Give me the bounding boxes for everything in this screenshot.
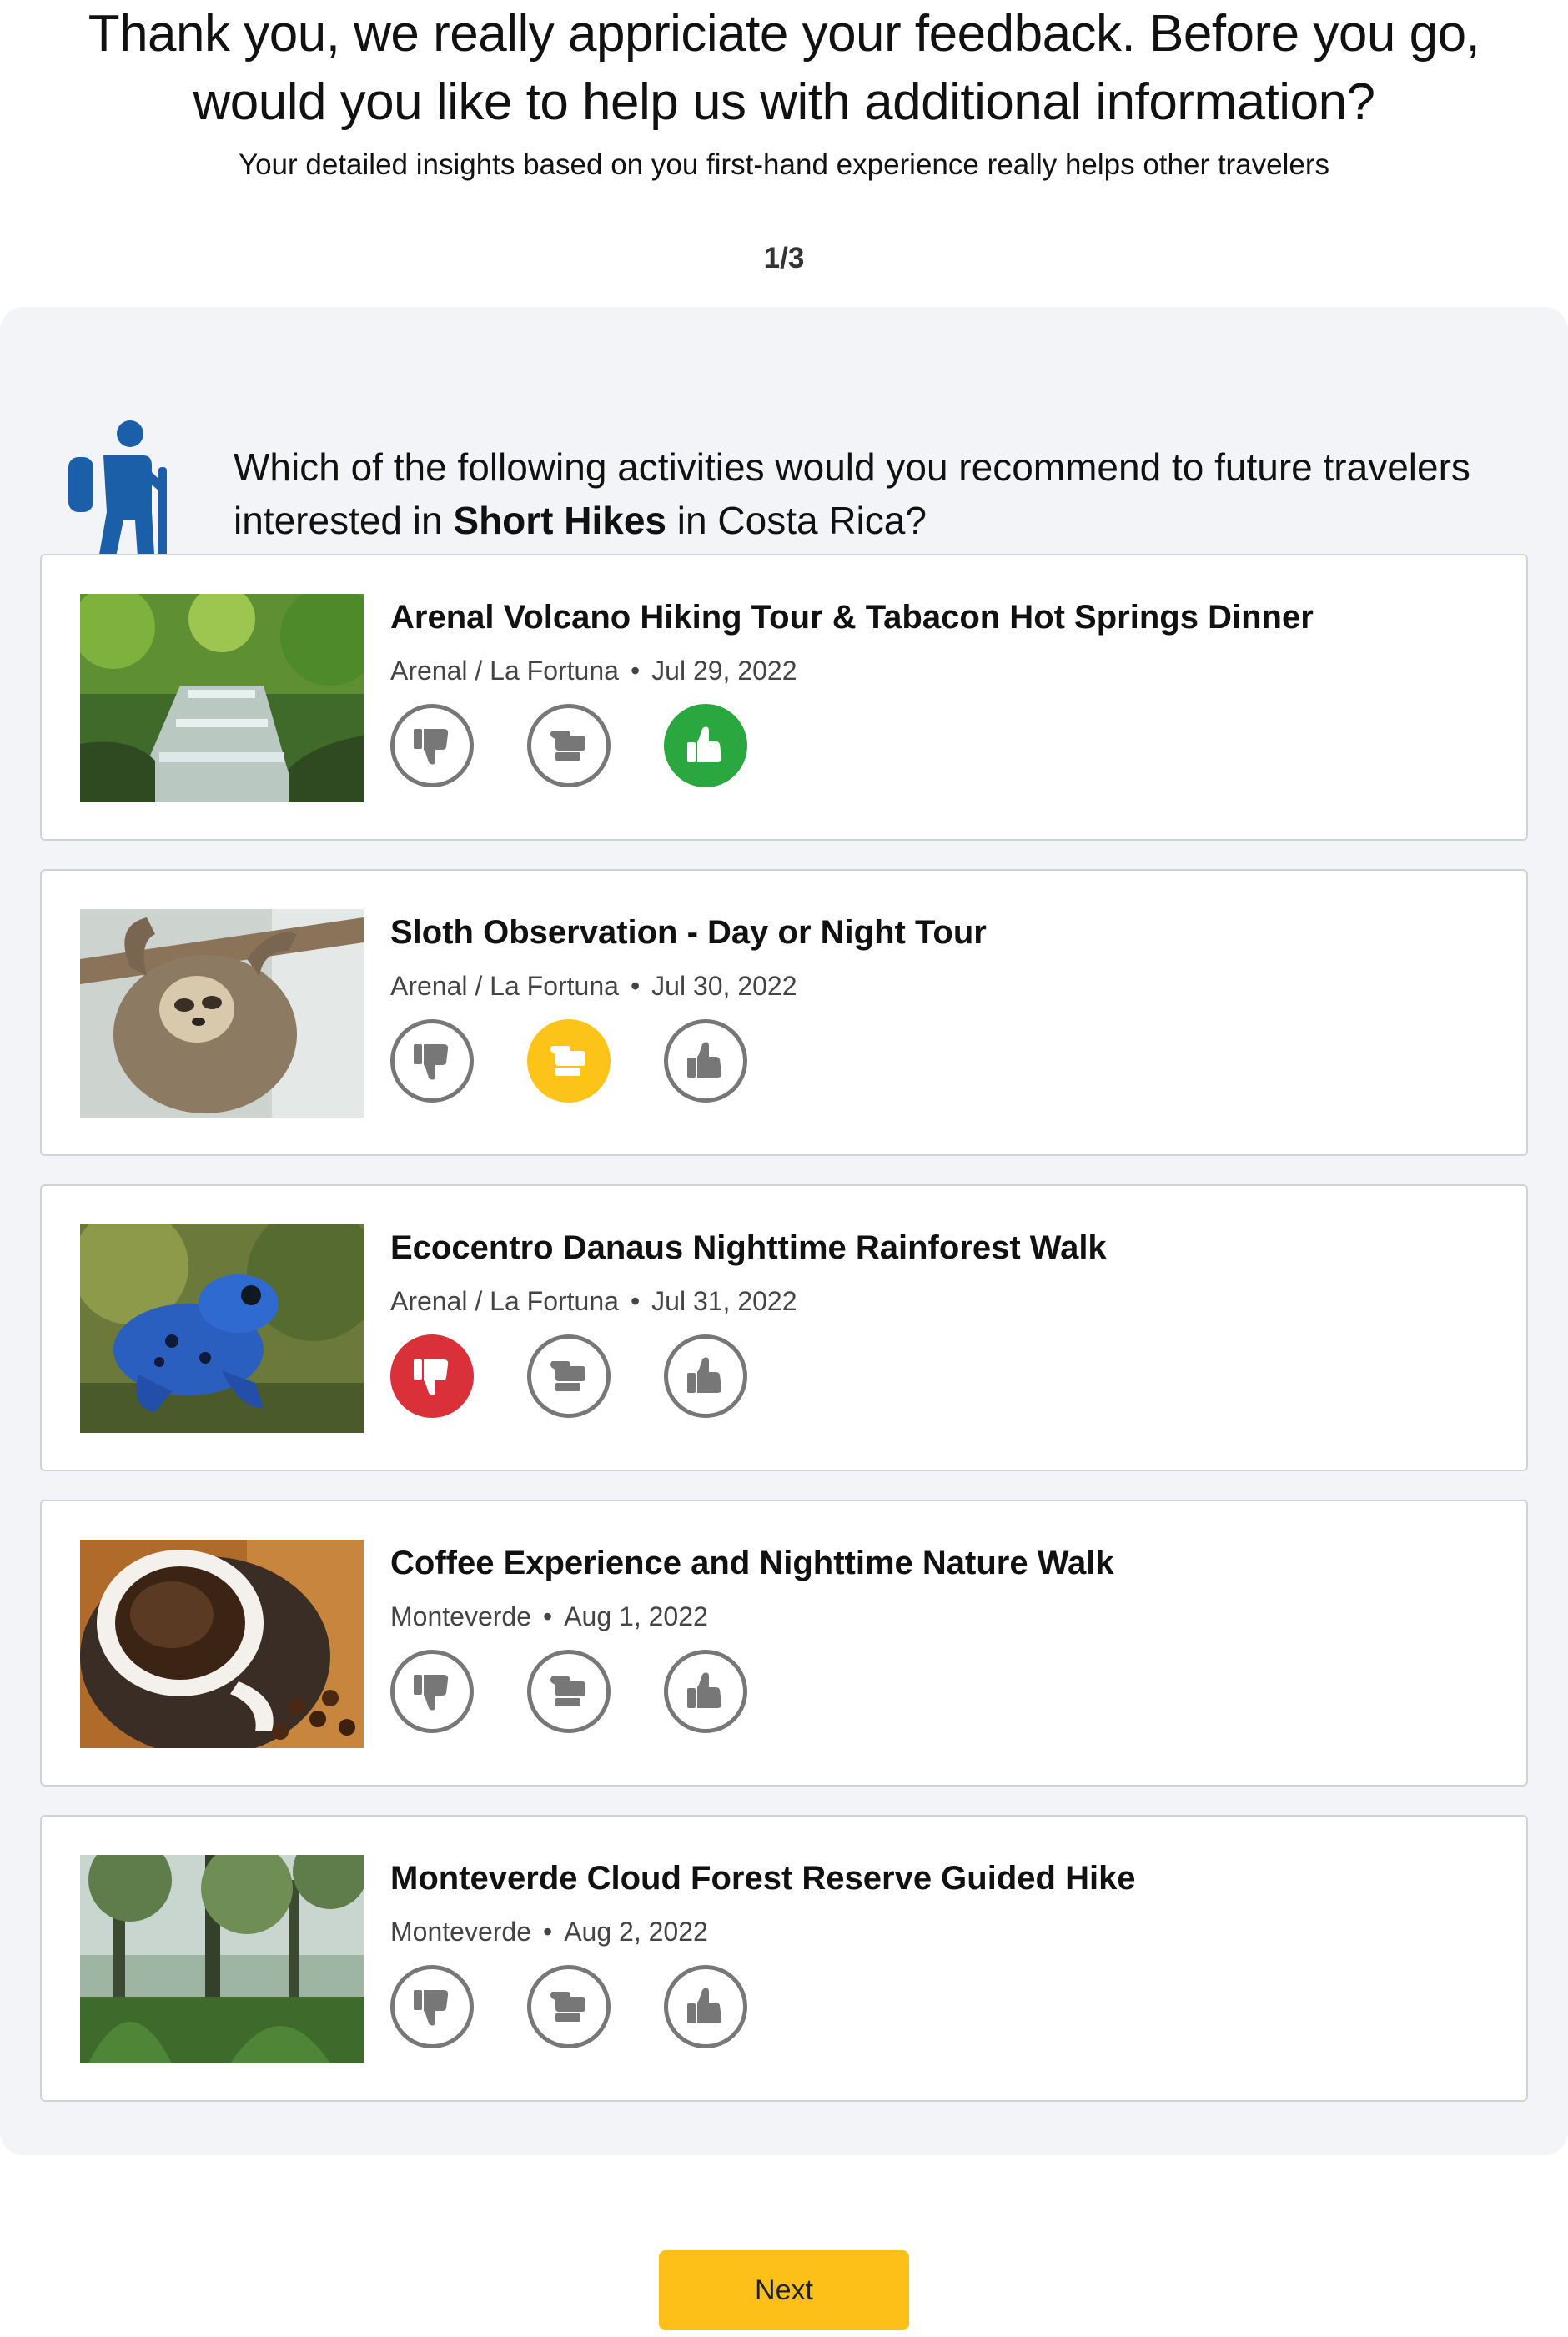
blue-frog-photo [80,1224,364,1433]
thumbs-up-button[interactable] [664,1334,747,1418]
title-line-2: would you like to help us with additiona… [193,73,1375,131]
title-line-1: Thank you, we really appriciate your fee… [88,5,1480,63]
activity-title: Arenal Volcano Hiking Tour & Tabacon Hot… [390,599,1314,636]
activity-date: Jul 29, 2022 [651,656,797,686]
neutral-button[interactable] [527,1650,611,1733]
neutral-button[interactable] [527,1019,611,1103]
thumbs-up-icon [687,1042,722,1078]
thumbs-down-button[interactable] [390,704,474,787]
page-header: Thank you, we really appriciate your fee… [0,0,1568,182]
question-suffix: in Costa Rica? [666,499,927,542]
thumb-sideways-icon [550,731,585,761]
activity-date: Aug 2, 2022 [564,1917,708,1947]
page-subtitle: Your detailed insights based on you firs… [238,148,1330,181]
activity-card: Monteverde Cloud Forest Reserve Guided H… [40,1815,1528,2102]
activity-meta: Monteverde • Aug 2, 2022 [390,1917,708,1948]
page-title: Thank you, we really appriciate your fee… [0,0,1568,137]
activity-location: Monteverde [390,1917,531,1947]
activity-date: Jul 30, 2022 [651,971,797,1001]
next-button[interactable]: Next [659,2250,909,2330]
activity-card: Coffee Experience and Nighttime Nature W… [40,1500,1528,1787]
thumbs-down-button[interactable] [390,1965,474,2048]
separator-dot: • [542,1917,553,1947]
thumb-sideways-icon [550,1046,585,1076]
separator-dot: • [630,656,641,686]
feedback-page: Thank you, we really appriciate your fee… [0,0,1568,2337]
activity-title: Coffee Experience and Nighttime Nature W… [390,1545,1114,1581]
thumbs-up-button[interactable] [664,1965,747,2048]
step-indicator: 1/3 [763,242,805,274]
activity-date: Aug 1, 2022 [564,1601,708,1631]
activity-meta: Monteverde • Aug 1, 2022 [390,1601,708,1632]
thumbs-down-button[interactable] [390,1019,474,1103]
activity-card: Arenal Volcano Hiking Tour & Tabacon Hot… [40,554,1528,841]
separator-dot: • [542,1601,553,1631]
thumb-sideways-icon [550,1361,585,1391]
sloth-photo [80,909,364,1118]
activity-meta: Arenal / La Fortuna • Jul 31, 2022 [390,1286,797,1317]
thumbs-down-icon [414,1359,449,1395]
cloud-forest-photo [80,1855,364,2063]
thumbs-down-button[interactable] [390,1334,474,1418]
activity-location: Arenal / La Fortuna [390,1286,619,1316]
activity-location: Monteverde [390,1601,531,1631]
thumbs-up-button[interactable] [664,1650,747,1733]
coffee-cup-photo [80,1540,364,1748]
question-panel: Which of the following activities would … [0,307,1568,2155]
thumbs-up-button[interactable] [664,704,747,787]
thumb-sideways-icon [550,1676,585,1706]
thumbs-up-icon [687,1988,722,2023]
question-text: Which of the following activities would … [234,440,1485,547]
activity-card: Ecocentro Danaus Nighttime Rainforest Wa… [40,1184,1528,1471]
neutral-button[interactable] [527,1965,611,2048]
question-header: Which of the following activities would … [0,359,1568,572]
thumbs-up-button[interactable] [664,1019,747,1103]
thumbs-up-icon [687,726,722,762]
thumbs-down-icon [414,1990,449,2026]
activity-title: Monteverde Cloud Forest Reserve Guided H… [390,1860,1136,1897]
activity-date: Jul 31, 2022 [651,1286,797,1316]
neutral-button[interactable] [527,1334,611,1418]
activity-meta: Arenal / La Fortuna • Jul 29, 2022 [390,656,797,686]
separator-dot: • [630,971,641,1001]
thumb-sideways-icon [550,1992,585,2022]
neutral-button[interactable] [527,704,611,787]
activity-location: Arenal / La Fortuna [390,971,619,1001]
separator-dot: • [630,1286,641,1316]
activity-title: Sloth Observation - Day or Night Tour [390,914,987,951]
thumbs-down-button[interactable] [390,1650,474,1733]
activity-location: Arenal / La Fortuna [390,656,619,686]
thumbs-down-icon [414,1044,449,1080]
thumbs-down-icon [414,1675,449,1711]
waterfall-stream-photo [80,594,364,802]
thumbs-up-icon [687,1357,722,1393]
activity-title: Ecocentro Danaus Nighttime Rainforest Wa… [390,1229,1107,1266]
question-topic: Short Hikes [453,499,667,542]
activity-meta: Arenal / La Fortuna • Jul 30, 2022 [390,971,797,1002]
thumbs-up-icon [687,1672,722,1708]
activity-card: Sloth Observation - Day or Night Tour Ar… [40,869,1528,1156]
thumbs-down-icon [414,729,449,765]
hiker-icon [68,420,167,572]
